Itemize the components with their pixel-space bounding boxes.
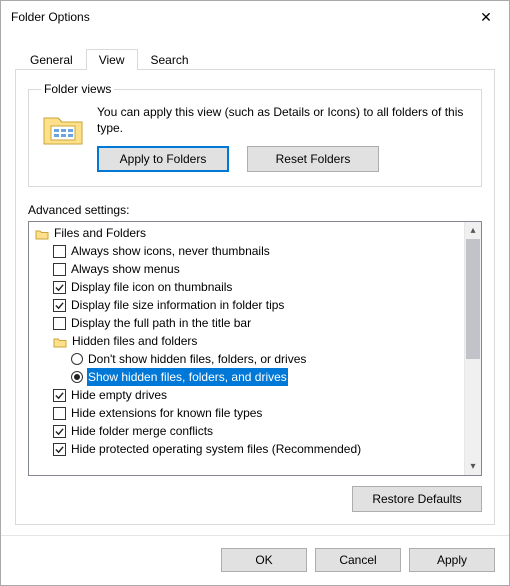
tree-item-radio[interactable]: Show hidden files, folders, and drives (29, 368, 464, 386)
checkbox-icon[interactable] (53, 443, 66, 456)
tree-label: Hide empty drives (70, 386, 168, 404)
tree-item-checkbox[interactable]: Hide empty drives (29, 386, 464, 404)
checkbox-icon[interactable] (53, 281, 66, 294)
scrollbar-thumb[interactable] (466, 239, 480, 359)
restore-defaults-button[interactable]: Restore Defaults (352, 486, 482, 512)
tree-label: Show hidden files, folders, and drives (87, 368, 288, 386)
tree-label: Always show menus (70, 260, 181, 278)
folder-icon (41, 106, 85, 150)
tree-label: Display the full path in the title bar (70, 314, 252, 332)
tree-label: Display file icon on thumbnails (70, 278, 233, 296)
tree-label: Display file size information in folder … (70, 296, 285, 314)
radio-icon[interactable] (71, 371, 83, 383)
folder-views-buttons: Apply to Folders Reset Folders (97, 146, 469, 172)
tree-label: Hide folder merge conflicts (70, 422, 214, 440)
radio-icon[interactable] (71, 353, 83, 365)
tree-item-checkbox[interactable]: Display the full path in the title bar (29, 314, 464, 332)
folder-icon (53, 335, 67, 347)
advanced-settings-tree[interactable]: Files and Folders Always show icons, nev… (28, 221, 482, 476)
tree-item-checkbox[interactable]: Hide protected operating system files (R… (29, 440, 464, 458)
checkbox-icon[interactable] (53, 425, 66, 438)
restore-defaults-row: Restore Defaults (28, 486, 482, 512)
cancel-button[interactable]: Cancel (315, 548, 401, 572)
checkbox-icon[interactable] (53, 299, 66, 312)
checkbox-icon[interactable] (53, 389, 66, 402)
tree-label: Hide protected operating system files (R… (70, 440, 362, 458)
checkbox-icon[interactable] (53, 263, 66, 276)
client-area: General View Search Folder views (1, 33, 509, 535)
tab-strip: General View Search (17, 45, 495, 69)
folder-views-textcol: You can apply this view (such as Details… (97, 104, 469, 172)
dialog-button-row: OK Cancel Apply (1, 535, 509, 585)
apply-to-folders-button[interactable]: Apply to Folders (97, 146, 229, 172)
tree-label: Hidden files and folders (71, 332, 198, 350)
folder-icon (35, 227, 49, 239)
scroll-down-icon[interactable]: ▾ (465, 458, 481, 475)
tab-body-view: Folder views (15, 69, 495, 525)
folder-views-row: You can apply this view (such as Details… (41, 104, 469, 172)
vertical-scrollbar[interactable]: ▴ ▾ (464, 222, 481, 475)
advanced-settings-label: Advanced settings: (28, 203, 482, 217)
checkbox-icon[interactable] (53, 317, 66, 330)
apply-button[interactable]: Apply (409, 548, 495, 572)
titlebar: Folder Options ✕ (1, 1, 509, 33)
window-title: Folder Options (11, 10, 90, 24)
folder-views-description: You can apply this view (such as Details… (97, 104, 469, 136)
ok-button[interactable]: OK (221, 548, 307, 572)
folder-views-legend: Folder views (41, 82, 114, 96)
tree-item-checkbox[interactable]: Display file icon on thumbnails (29, 278, 464, 296)
tree-item-radio[interactable]: Don't show hidden files, folders, or dri… (29, 350, 464, 368)
tree-item-checkbox[interactable]: Hide extensions for known file types (29, 404, 464, 422)
tree-label: Don't show hidden files, folders, or dri… (87, 350, 307, 368)
reset-folders-button[interactable]: Reset Folders (247, 146, 379, 172)
tree-item-checkbox[interactable]: Always show menus (29, 260, 464, 278)
checkbox-icon[interactable] (53, 245, 66, 258)
close-button[interactable]: ✕ (463, 1, 509, 33)
tab-view[interactable]: View (86, 49, 138, 70)
folder-views-group: Folder views (28, 82, 482, 187)
tab-search[interactable]: Search (138, 49, 202, 70)
checkbox-icon[interactable] (53, 407, 66, 420)
scroll-up-icon[interactable]: ▴ (465, 222, 481, 239)
tree-group-files-folders[interactable]: Files and Folders (29, 224, 464, 242)
tree-label: Hide extensions for known file types (70, 404, 263, 422)
tree-group-hidden-files[interactable]: Hidden files and folders (29, 332, 464, 350)
tree-item-checkbox[interactable]: Display file size information in folder … (29, 296, 464, 314)
tree-item-checkbox[interactable]: Always show icons, never thumbnails (29, 242, 464, 260)
tab-general[interactable]: General (17, 49, 86, 70)
tree-label: Files and Folders (53, 224, 147, 242)
tree-item-checkbox[interactable]: Hide folder merge conflicts (29, 422, 464, 440)
folder-options-dialog: Folder Options ✕ General View Search Fol… (0, 0, 510, 586)
tree-content: Files and Folders Always show icons, nev… (29, 222, 464, 475)
close-icon: ✕ (480, 9, 492, 26)
tree-label: Always show icons, never thumbnails (70, 242, 271, 260)
